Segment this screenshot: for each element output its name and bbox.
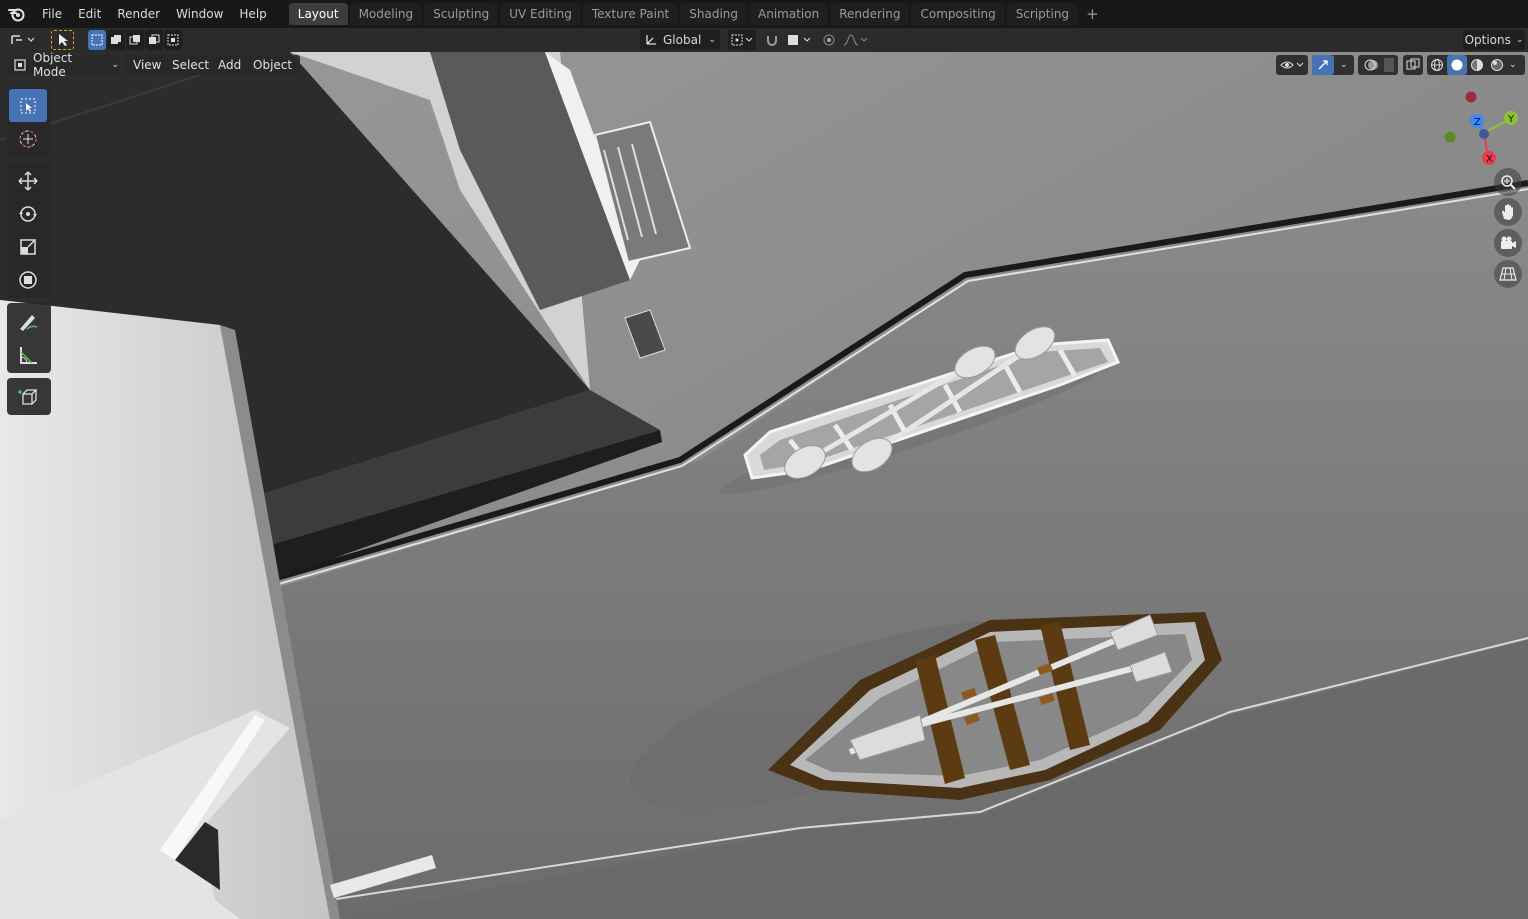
options-label: Options [1464,33,1511,47]
chevron-down-icon: ⌄ [1340,60,1348,70]
top-bar: File Edit Render Window Help Layout Mode… [0,0,1528,28]
pan-hand-icon[interactable] [1494,198,1522,226]
proportional-edit-icon[interactable] [820,30,838,50]
eye-icon [1279,58,1305,72]
options-dropdown[interactable]: Options ⌄ [1463,30,1525,50]
cursor-icon[interactable] [9,122,47,155]
tab-modeling[interactable]: Modeling [349,3,423,25]
menu-help[interactable]: Help [231,0,274,28]
menu-file[interactable]: File [34,0,70,28]
object-menu-label: Object [253,58,293,72]
blender-logo-icon[interactable] [0,0,34,28]
gizmo-neg-x-axis[interactable] [1465,91,1477,103]
tab-shading[interactable]: Shading [680,3,747,25]
shading-modes: ⌄ [1427,55,1525,75]
scale-icon[interactable] [9,230,47,263]
orientation-dropdown[interactable]: Global ⌄ [640,30,720,50]
tab-sculpting[interactable]: Sculpting [424,3,499,25]
tool-group-annotate [7,303,51,373]
xray-toggle[interactable] [1403,55,1423,75]
tool-group-select [7,87,51,157]
tab-animation[interactable]: Animation [749,3,829,25]
menu-render[interactable]: Render [109,0,168,28]
chevron-down-icon: ⌄ [1515,35,1524,45]
tab-rendering[interactable]: Rendering [830,3,910,25]
add-menu[interactable]: Add [210,55,250,75]
overlays-toggle[interactable] [1358,55,1398,75]
navigation-gizmo[interactable]: X Y Z [1440,87,1528,172]
orientation-label: Global [663,33,702,47]
falloff-dropdown[interactable] [840,30,870,50]
scene-render [0,52,1528,919]
tab-scripting[interactable]: Scripting [1006,3,1079,25]
wireframe-shading-icon[interactable] [1427,58,1447,72]
gizmo-toggle-icon[interactable] [1312,55,1334,75]
mode-new-icon[interactable] [88,30,106,50]
workspace-tabs: Layout Modeling Sculpting UV Editing Tex… [288,0,1105,28]
view-menu-label: View [133,58,162,72]
gizmo-x-label: X [1486,154,1493,165]
gizmo-y-label: Y [1507,114,1515,125]
mode-subtract-icon[interactable] [126,30,144,50]
transform-pivot-dropdown[interactable] [6,30,40,50]
gizmo-z-label: Z [1474,117,1481,128]
object-mode-label: Object Mode [33,52,73,79]
snap-target-dropdown[interactable] [784,30,814,50]
camera-view-icon[interactable] [1494,229,1522,257]
tab-compositing[interactable]: Compositing [911,3,1005,25]
tool-shelf [7,87,51,420]
chevron-down-icon: ⌄ [708,35,716,45]
menu-window[interactable]: Window [168,0,231,28]
measure-icon[interactable] [9,338,47,371]
rendered-shading-icon[interactable] [1487,58,1507,72]
add-menu-label: Add [218,58,242,72]
tab-uv-editing[interactable]: UV Editing [500,3,581,25]
annotate-icon[interactable] [9,305,47,338]
chevron-down-icon: ⌄ [111,60,119,70]
select-box-icon[interactable] [9,89,47,122]
chevron-down-icon[interactable]: ⌄ [1509,60,1517,70]
rotate-icon[interactable] [9,197,47,230]
add-workspace-button[interactable]: + [1080,5,1105,23]
gizmo-dropdown[interactable]: ⌄ [1312,55,1354,75]
visibility-dropdown[interactable] [1276,55,1308,75]
tool-settings-header: Global ⌄ Options ⌄ [0,28,1528,52]
3d-viewport[interactable]: Object Mode ⌄ View Select Add Object ⌄ ⌄… [0,52,1528,919]
menu-edit[interactable]: Edit [70,0,109,28]
gizmo-neg-y-axis[interactable] [1444,131,1456,143]
zoom-icon[interactable] [1494,168,1522,196]
add-cube-icon[interactable] [9,380,47,413]
pivot-point-dropdown[interactable] [728,30,756,50]
solid-shading-icon[interactable] [1447,55,1467,75]
xray-icon [1406,58,1420,72]
orientation-icon [644,33,658,47]
transform-icon[interactable] [9,263,47,296]
mode-difference-icon[interactable] [145,30,163,50]
mode-intersect-icon[interactable] [164,30,182,50]
tool-group-add [7,378,51,415]
object-menu[interactable]: Object [245,55,301,75]
tool-select-box-icon[interactable] [51,30,74,50]
snap-toggle-magnet-icon[interactable] [762,30,782,50]
mode-extend-icon[interactable] [107,30,125,50]
tab-texture-paint[interactable]: Texture Paint [582,3,679,25]
view-menu[interactable]: View [125,55,170,75]
move-icon[interactable] [9,164,47,197]
tool-group-transform [7,162,51,298]
perspective-grid-icon[interactable] [1494,260,1522,288]
object-mode-icon [13,58,27,72]
object-mode-dropdown[interactable]: Object Mode ⌄ [8,52,119,79]
overlays-icon [1362,58,1394,72]
material-shading-icon[interactable] [1467,58,1487,72]
tab-layout[interactable]: Layout [288,3,348,25]
